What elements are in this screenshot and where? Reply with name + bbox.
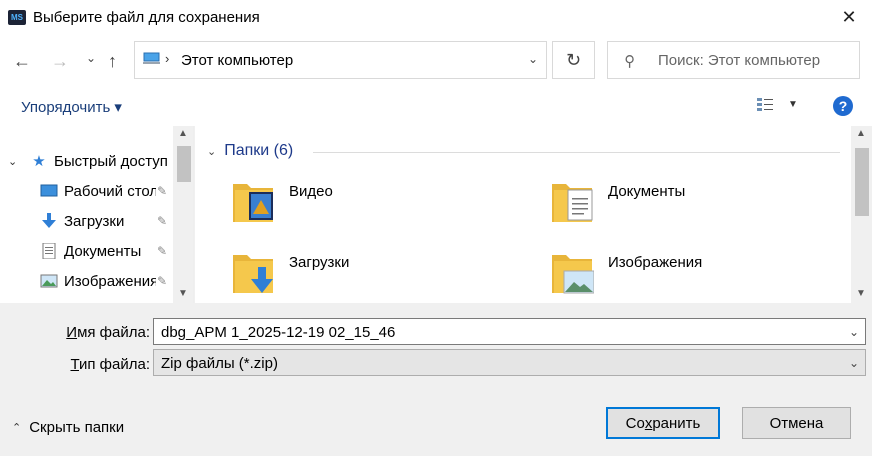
navigation-bar: ← → ⌄ ↑ › Этот компьютер ⌄ ↻ ⚲ Поиск: Эт…	[0, 34, 872, 86]
group-divider	[313, 152, 840, 153]
navigation-pane: ⌄ ★ Быстрый доступ Рабочий стол ✎ Загруз…	[0, 126, 194, 303]
refresh-button[interactable]: ↻	[552, 41, 595, 79]
help-button[interactable]: ?	[833, 96, 853, 116]
search-icon: ⚲	[624, 53, 635, 70]
filename-label: Имя файла:	[66, 324, 150, 341]
close-button[interactable]: ✕	[826, 0, 872, 34]
filename-input[interactable]: dbg_APM 1_2025-12-19 02_15_46	[161, 324, 395, 341]
scroll-down-icon[interactable]: ▼	[856, 288, 866, 299]
desktop-icon	[40, 184, 58, 197]
computer-icon	[143, 52, 160, 64]
title-bar: MS Выберите файл для сохранения ✕	[0, 0, 872, 34]
folder-item-downloads[interactable]: Загрузки	[231, 249, 491, 297]
app-icon: MS	[8, 10, 26, 25]
sidebar-item-label: Документы	[64, 242, 142, 260]
save-button[interactable]: Со х ранить	[606, 407, 720, 439]
sidebar-item-label: Рабочий стол	[64, 182, 156, 200]
forward-button[interactable]: →	[51, 51, 69, 72]
address-dropdown-icon[interactable]: ⌄	[528, 52, 538, 66]
documents-icon	[42, 243, 56, 259]
up-button[interactable]: ↑	[108, 51, 117, 72]
cancel-button[interactable]: Отмена	[742, 407, 851, 439]
chevron-down-icon[interactable]: ⌄	[207, 145, 216, 158]
filetype-select[interactable]: Zip файлы (*.zip) ⌄	[153, 349, 866, 376]
hide-folders-label: Скрыть папки	[29, 419, 125, 436]
close-icon: ✕	[841, 6, 857, 27]
documents-folder-icon	[552, 184, 593, 222]
pictures-icon	[40, 274, 58, 288]
file-list-pane: ⌄ Папки (6) Видео Документы Загрузки Изо…	[195, 126, 851, 303]
folder-label: Загрузки	[289, 254, 350, 271]
scroll-up-icon[interactable]: ▲	[178, 128, 188, 139]
chevron-down-icon[interactable]: ⌄	[849, 356, 859, 370]
star-icon: ★	[32, 153, 46, 170]
folder-item-videos[interactable]: Видео	[231, 178, 491, 226]
back-button[interactable]: ←	[13, 51, 31, 72]
downloads-icon	[42, 213, 56, 228]
window-title: Выберите файл для сохранения	[33, 9, 260, 26]
pin-icon[interactable]: ✎	[157, 184, 167, 198]
sidebar-item-downloads[interactable]: Загрузки ✎	[0, 206, 173, 236]
command-toolbar: Упорядочить ▾ ▼ ?	[0, 86, 872, 126]
sidebar-item-documents[interactable]: Документы ✎	[0, 236, 173, 266]
videos-folder-icon	[233, 184, 273, 222]
chevron-down-icon[interactable]: ⌄	[8, 155, 17, 168]
folder-item-documents[interactable]: Документы	[550, 178, 810, 226]
hide-folders-button[interactable]: ⌃ Скрыть папки	[12, 419, 124, 436]
group-header-folders[interactable]: ⌄ Папки (6)	[207, 142, 293, 160]
sidebar-item-desktop[interactable]: Рабочий стол ✎	[0, 176, 173, 206]
refresh-icon: ↻	[565, 49, 582, 70]
content-scrollbar[interactable]: ▲ ▼	[851, 126, 872, 303]
sidebar-scrollbar[interactable]: ▲ ▼	[173, 126, 193, 303]
sidebar-item-quick-access[interactable]: ⌄ ★ Быстрый доступ	[0, 146, 173, 176]
sidebar-item-label: Изображения	[64, 272, 156, 290]
organize-button[interactable]: Упорядочить ▾	[21, 98, 122, 116]
scrollbar-thumb[interactable]	[855, 148, 869, 216]
folder-label: Документы	[608, 183, 686, 200]
pin-icon[interactable]: ✎	[157, 214, 167, 228]
group-title: Папки (6)	[224, 142, 294, 159]
chevron-down-icon[interactable]: ⌄	[849, 325, 859, 339]
view-dropdown-icon[interactable]: ▼	[788, 99, 798, 110]
address-bar[interactable]: › Этот компьютер ⌄	[134, 41, 547, 79]
recent-locations-button[interactable]: ⌄	[86, 51, 96, 65]
sidebar-item-pictures[interactable]: Изображения ✎	[0, 266, 173, 296]
filename-field[interactable]: dbg_APM 1_2025-12-19 02_15_46 ⌄	[153, 318, 866, 345]
pin-icon[interactable]: ✎	[157, 244, 167, 258]
downloads-folder-icon	[233, 255, 273, 293]
save-form: Имя файла: dbg_APM 1_2025-12-19 02_15_46…	[0, 303, 872, 456]
pin-icon[interactable]: ✎	[157, 274, 167, 288]
address-separator[interactable]: ›	[165, 51, 169, 66]
scroll-down-icon[interactable]: ▼	[178, 288, 188, 299]
sidebar-item-label: Загрузки	[64, 212, 125, 230]
filetype-value: Zip файлы (*.zip)	[161, 355, 278, 372]
search-box[interactable]: ⚲ Поиск: Этот компьютер	[607, 41, 860, 79]
sidebar-item-label: Быстрый доступ	[54, 152, 168, 170]
scrollbar-thumb[interactable]	[177, 146, 191, 182]
view-options-icon[interactable]	[756, 96, 774, 114]
address-text: Этот компьютер	[181, 52, 294, 69]
chevron-up-icon: ⌃	[12, 422, 22, 434]
folder-label: Изображения	[608, 254, 703, 271]
folder-item-pictures[interactable]: Изображения	[550, 249, 810, 297]
folder-label: Видео	[289, 183, 333, 200]
search-input[interactable]: Поиск: Этот компьютер	[658, 52, 820, 69]
scroll-up-icon[interactable]: ▲	[856, 128, 866, 139]
pictures-folder-icon	[552, 255, 594, 294]
filetype-label: Тип файла:	[70, 356, 150, 373]
